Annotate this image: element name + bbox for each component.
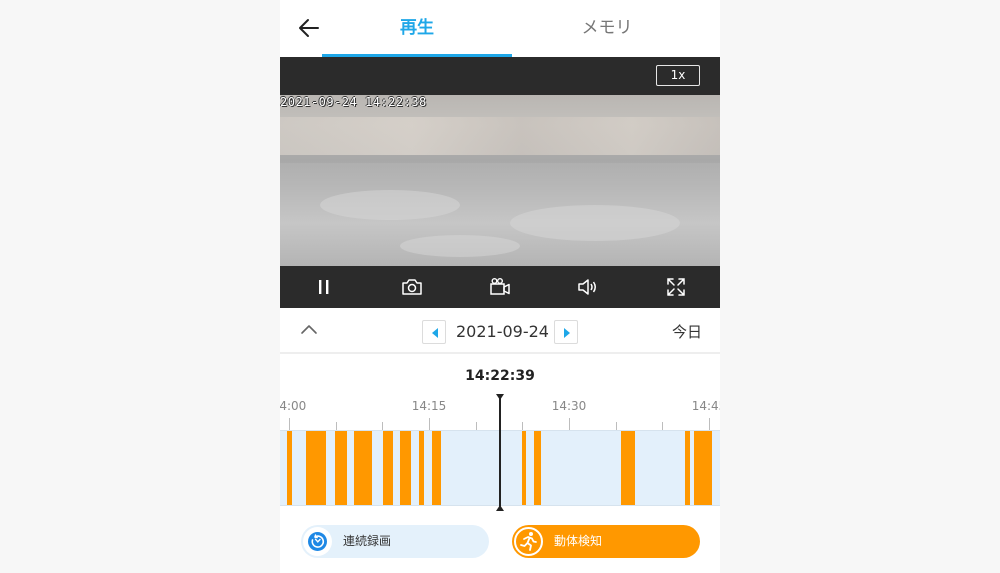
pause-icon[interactable] bbox=[312, 275, 336, 299]
motion-segment bbox=[335, 431, 347, 505]
back-arrow-icon[interactable] bbox=[297, 14, 321, 42]
continuous-recording-label: 連続録画 bbox=[343, 534, 392, 548]
motion-segment bbox=[383, 431, 393, 505]
motion-segment bbox=[354, 431, 372, 505]
major-tick bbox=[289, 418, 290, 430]
major-tick bbox=[709, 418, 710, 430]
minor-tick bbox=[616, 422, 617, 430]
record-icon[interactable] bbox=[488, 275, 512, 299]
player-controls bbox=[280, 266, 720, 308]
motion-segment bbox=[432, 431, 441, 505]
chevron-up-icon[interactable] bbox=[298, 320, 320, 340]
volume-icon[interactable] bbox=[576, 275, 600, 299]
video-toolbar: 1x bbox=[280, 57, 720, 95]
tick-label: 14:45 bbox=[691, 399, 720, 413]
tab-memory[interactable]: メモリ bbox=[512, 0, 702, 57]
motion-segment bbox=[685, 431, 690, 505]
tick-label: 14:30 bbox=[551, 399, 587, 413]
minor-tick bbox=[522, 422, 523, 430]
prev-date-button[interactable] bbox=[422, 320, 446, 344]
tab-playback[interactable]: 再生 bbox=[322, 0, 512, 57]
video-player[interactable]: 2021-09-24 14:22:38 bbox=[280, 95, 720, 266]
running-person-icon bbox=[514, 527, 543, 556]
triangle-left-icon bbox=[432, 328, 438, 338]
motion-segment bbox=[534, 431, 541, 505]
video-texture bbox=[400, 235, 520, 257]
continuous-record-icon bbox=[303, 527, 332, 556]
motion-segment bbox=[419, 431, 424, 505]
video-texture bbox=[510, 205, 680, 241]
major-tick bbox=[569, 418, 570, 430]
camera-icon[interactable] bbox=[400, 275, 424, 299]
date-selector: 2021-09-24 今日 bbox=[280, 308, 720, 354]
header: 再生 メモリ bbox=[280, 0, 720, 57]
timeline-playhead[interactable] bbox=[499, 396, 501, 510]
motion-segment bbox=[400, 431, 411, 505]
tick-label: 14:15 bbox=[411, 399, 447, 413]
motion-detection-filter[interactable]: 動体検知 bbox=[512, 525, 700, 558]
next-date-button[interactable] bbox=[554, 320, 578, 344]
triangle-right-icon bbox=[564, 328, 570, 338]
tick-label: 14:00 bbox=[280, 399, 307, 413]
motion-detection-label: 動体検知 bbox=[554, 534, 603, 548]
motion-segment bbox=[306, 431, 326, 505]
today-button[interactable]: 今日 bbox=[672, 320, 702, 344]
motion-segment bbox=[621, 431, 635, 505]
minor-tick bbox=[336, 422, 337, 430]
motion-segment bbox=[694, 431, 712, 505]
video-wall-area bbox=[280, 117, 720, 155]
app-screen: 再生 メモリ 1x 2021-09-24 14:22:38 2021-09-24… bbox=[280, 0, 720, 573]
playhead-bottom-marker bbox=[496, 505, 504, 511]
playback-speed-button[interactable]: 1x bbox=[656, 65, 700, 86]
current-date: 2021-09-24 bbox=[456, 322, 549, 341]
timeline-current-time: 14:22:39 bbox=[465, 368, 535, 384]
continuous-recording-filter[interactable]: 連続録画 bbox=[301, 525, 489, 558]
video-baseboard bbox=[280, 155, 720, 163]
motion-segment bbox=[287, 431, 292, 505]
major-tick bbox=[429, 418, 430, 430]
video-texture bbox=[320, 190, 460, 220]
fullscreen-icon[interactable] bbox=[664, 275, 688, 299]
minor-tick bbox=[662, 422, 663, 430]
minor-tick bbox=[476, 422, 477, 430]
video-timestamp: 2021-09-24 14:22:38 bbox=[280, 95, 427, 109]
motion-segment bbox=[522, 431, 526, 505]
minor-tick bbox=[382, 422, 383, 430]
playhead-top-marker bbox=[496, 394, 504, 400]
